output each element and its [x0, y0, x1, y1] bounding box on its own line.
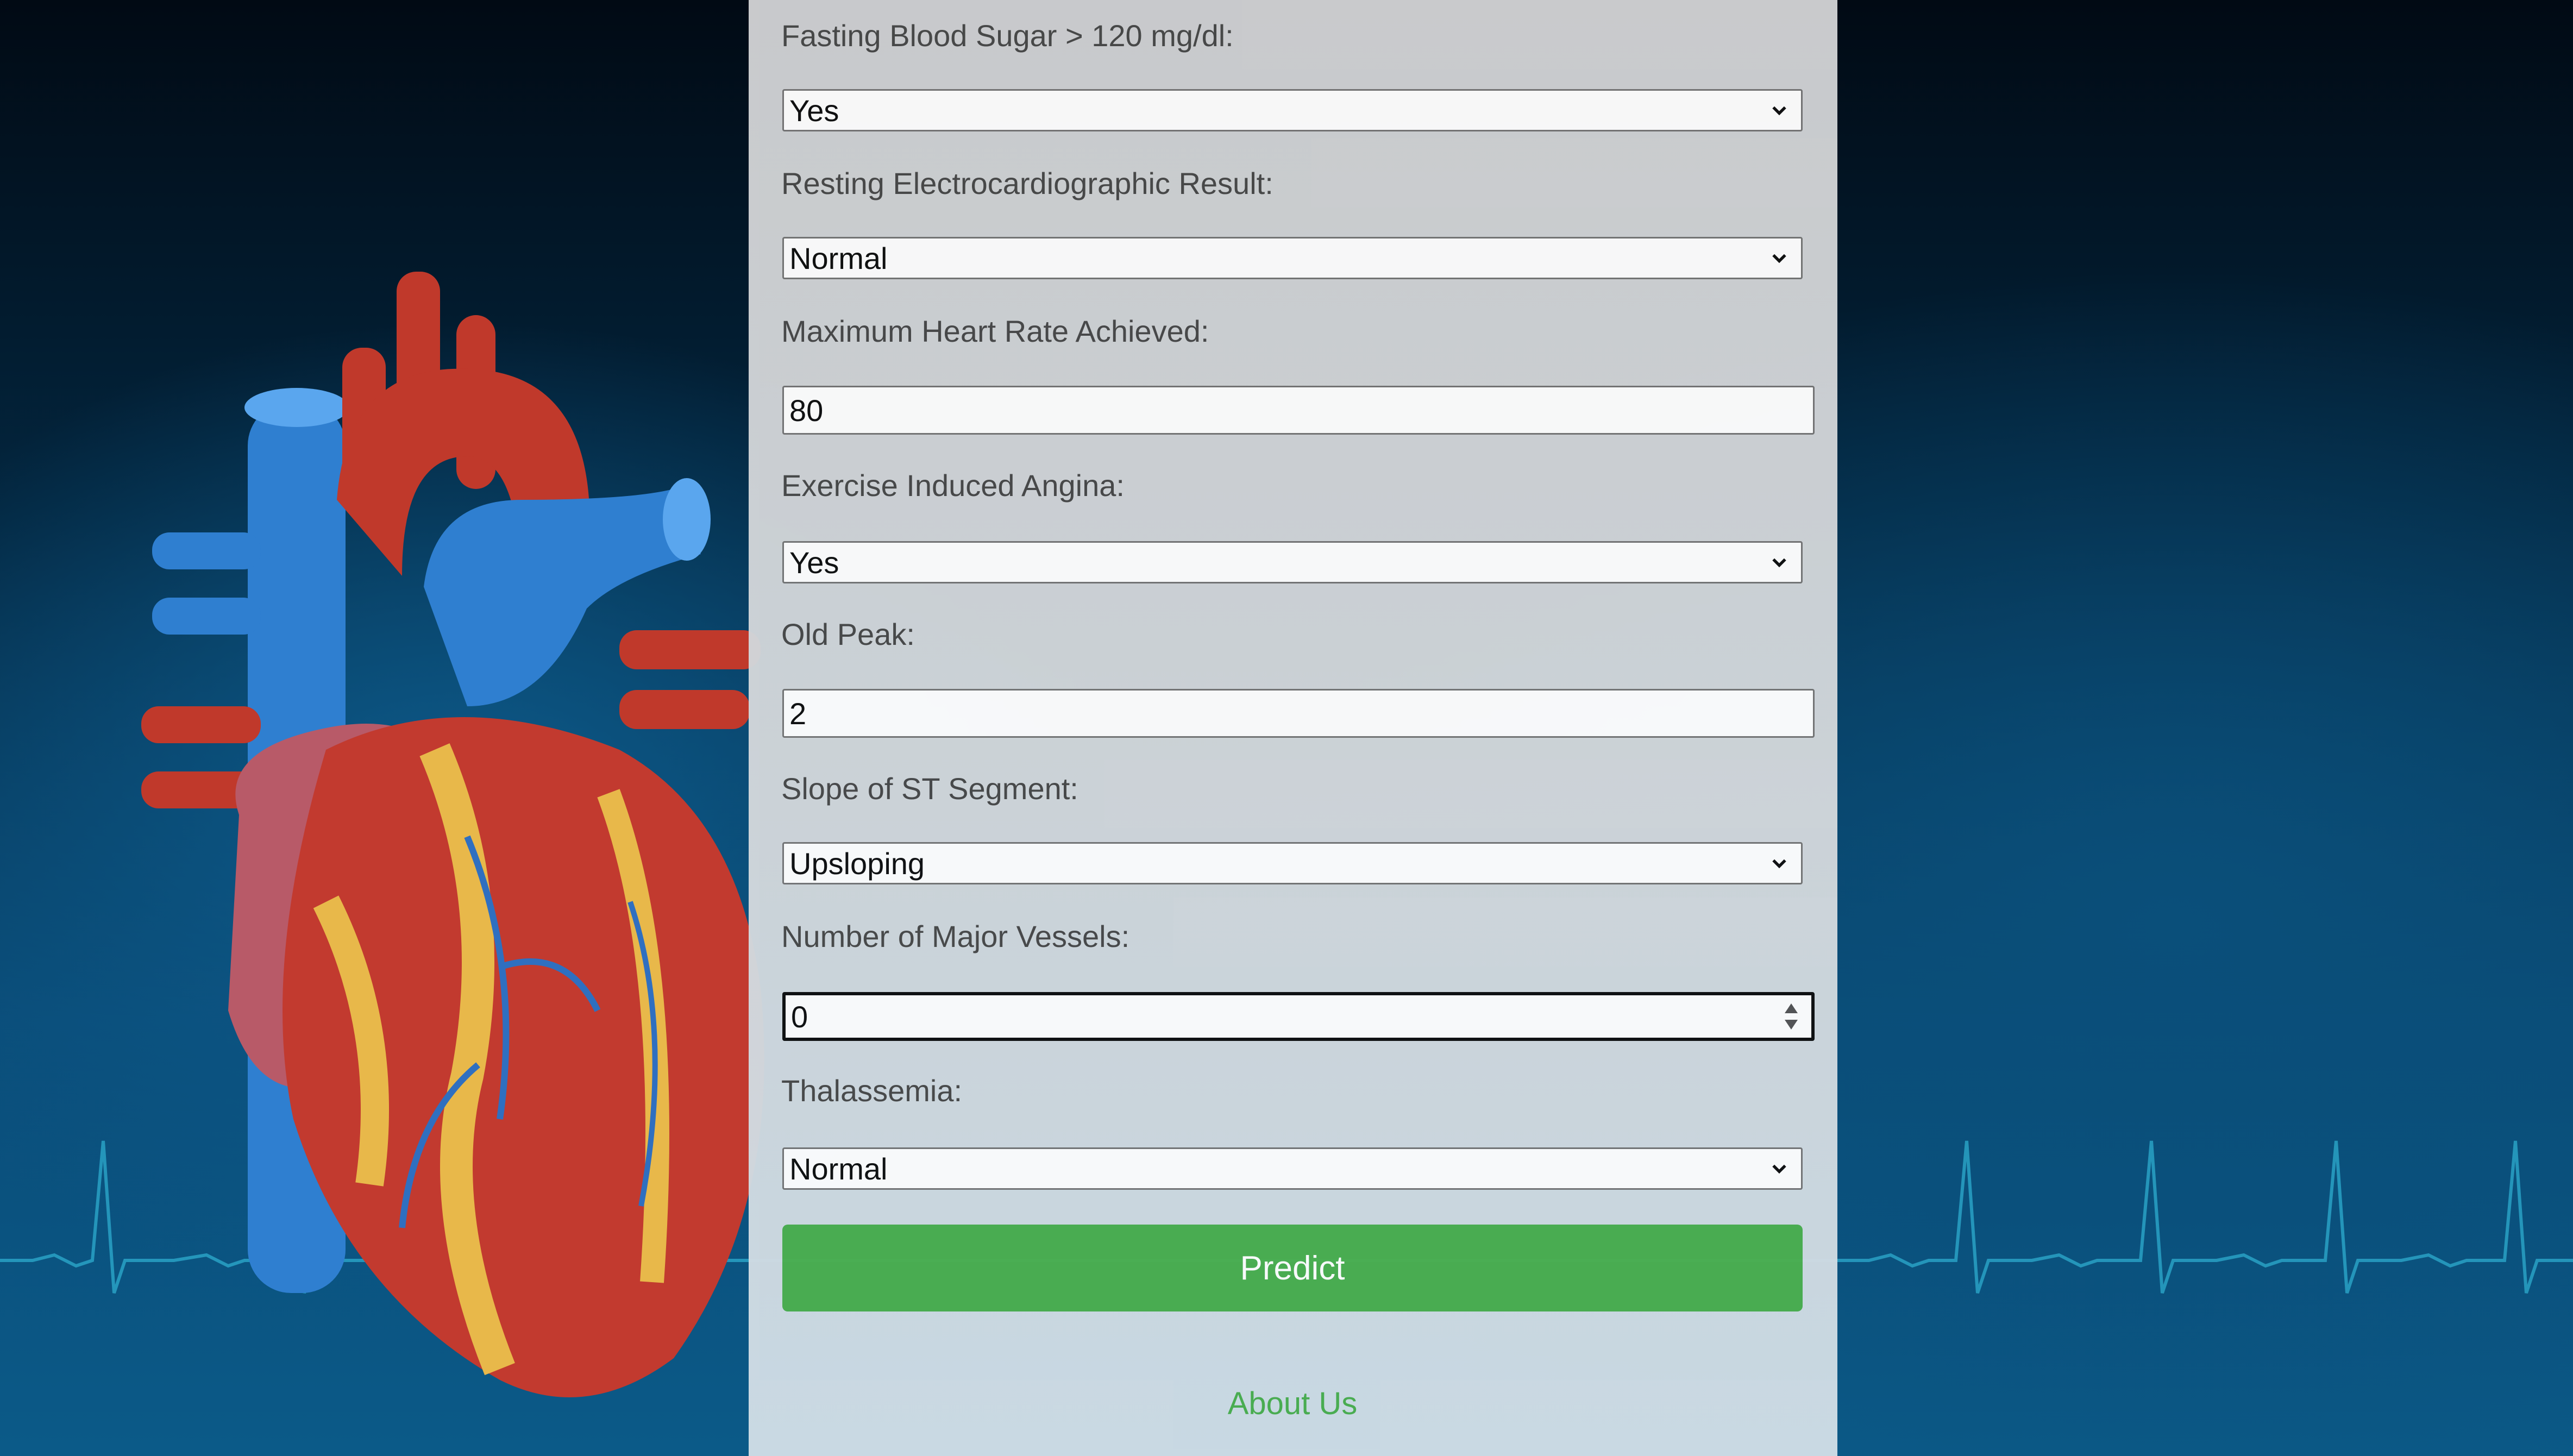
chevron-down-icon	[1772, 254, 1786, 263]
exang-select[interactable]: Yes	[782, 541, 1803, 583]
thalach-value: 80	[789, 393, 824, 428]
page-background: Fasting Blood Sugar > 120 mg/dl: Yes Res…	[0, 0, 2573, 1456]
thalach-label: Maximum Heart Rate Achieved:	[781, 314, 1209, 348]
ca-label: Number of Major Vessels:	[781, 919, 1130, 953]
restecg-label: Resting Electrocardiographic Result:	[781, 166, 1273, 200]
fbs-value: Yes	[789, 93, 839, 128]
thal-select[interactable]: Normal	[782, 1147, 1803, 1190]
fbs-select[interactable]: Yes	[782, 89, 1803, 131]
slope-label: Slope of ST Segment:	[781, 771, 1078, 806]
chevron-down-icon	[1772, 558, 1786, 568]
chevron-down-icon	[1772, 859, 1786, 869]
predict-button[interactable]: Predict	[782, 1225, 1803, 1311]
ca-number-input[interactable]: 0	[782, 992, 1815, 1041]
oldpeak-label: Old Peak:	[781, 617, 915, 651]
slope-value: Upsloping	[789, 846, 925, 881]
exang-label: Exercise Induced Angina:	[781, 468, 1125, 503]
spinner-arrows-icon[interactable]	[1783, 1000, 1799, 1033]
oldpeak-value: 2	[789, 696, 807, 731]
about-us-label[interactable]: About Us	[1228, 1386, 1358, 1421]
heart-illustration	[141, 272, 764, 1397]
thalach-input[interactable]: 80	[782, 386, 1815, 435]
slope-select[interactable]: Upsloping	[782, 842, 1803, 884]
form-panel: Fasting Blood Sugar > 120 mg/dl: Yes Res…	[749, 0, 1837, 1456]
chevron-down-icon	[1772, 106, 1786, 116]
about-us-link[interactable]: About Us	[781, 1385, 1804, 1422]
thal-value: Normal	[789, 1151, 888, 1186]
ca-value: 0	[791, 999, 808, 1034]
thal-label: Thalassemia:	[781, 1074, 963, 1108]
exang-value: Yes	[789, 545, 839, 580]
fbs-label: Fasting Blood Sugar > 120 mg/dl:	[781, 18, 1234, 53]
chevron-down-icon	[1772, 1164, 1786, 1174]
restecg-value: Normal	[789, 241, 888, 275]
oldpeak-input[interactable]: 2	[782, 689, 1815, 738]
restecg-select[interactable]: Normal	[782, 237, 1803, 279]
